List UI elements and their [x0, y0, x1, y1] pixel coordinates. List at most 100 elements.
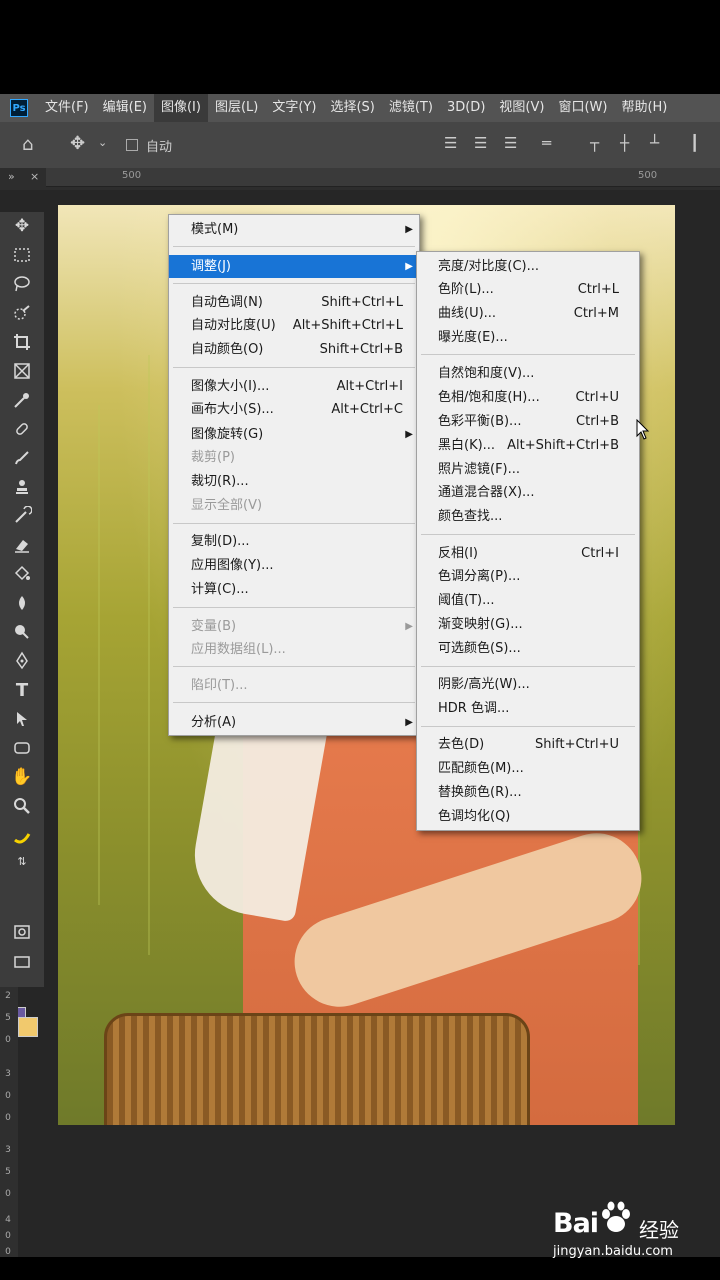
menu-item-vibrance[interactable]: 自然饱和度(V)...	[417, 362, 639, 385]
align-right-icon[interactable]: ☰	[504, 134, 517, 152]
eraser-tool-icon[interactable]	[0, 531, 44, 559]
menu-item-brightness-contrast[interactable]: 亮度/对比度(C)...	[417, 255, 639, 278]
quick-select-tool-icon[interactable]	[0, 299, 44, 327]
menu-view[interactable]: 视图(V)	[492, 94, 551, 122]
menu-item-analysis[interactable]: 分析(A) ▶	[169, 711, 419, 734]
menu-item-channel-mixer[interactable]: 通道混合器(X)...	[417, 481, 639, 504]
chevron-down-icon[interactable]: ⌄	[98, 136, 107, 149]
align-left-icon[interactable]: ☰	[444, 134, 457, 152]
move-tool-icon[interactable]: ✥	[0, 212, 44, 240]
menu-item-invert[interactable]: 反相(I) Ctrl+I	[417, 542, 639, 565]
submenu-arrow-icon: ▶	[405, 717, 413, 728]
menu-item-trap: 陷印(T)...	[191, 678, 248, 693]
menu-item-match-color[interactable]: 匹配颜色(M)...	[417, 757, 639, 780]
menu-type[interactable]: 文字(Y)	[265, 94, 323, 122]
crop-tool-icon[interactable]	[0, 328, 44, 356]
move-tool-icon[interactable]: ✥	[70, 133, 85, 154]
shape-tool-icon[interactable]	[0, 734, 44, 762]
menu-item-levels[interactable]: 色阶(L)... Ctrl+L	[417, 278, 639, 301]
menu-layer[interactable]: 图层(L)	[208, 94, 265, 122]
menu-select[interactable]: 选择(S)	[323, 94, 381, 122]
menu-item-image-rotation[interactable]: 图像旋转(G) ▶	[169, 423, 419, 446]
menu-item-gradient-map[interactable]: 渐变映射(G)...	[417, 613, 639, 636]
menu-3d[interactable]: 3D(D)	[440, 94, 492, 122]
edit-toolbar-icon[interactable]	[0, 824, 44, 852]
menu-item-calculations[interactable]: 计算(C)...	[169, 578, 419, 601]
menu-item-posterize[interactable]: 色调分离(P)...	[417, 565, 639, 588]
dodge-tool-icon[interactable]	[0, 618, 44, 646]
path-selection-tool-icon[interactable]	[0, 705, 44, 733]
menu-item-exposure[interactable]: 曝光度(E)...	[417, 326, 639, 349]
lasso-tool-icon[interactable]	[0, 270, 44, 298]
clone-stamp-tool-icon[interactable]	[0, 473, 44, 501]
menu-item-selective-color[interactable]: 可选颜色(S)...	[417, 637, 639, 660]
eyedropper-tool-icon[interactable]	[0, 386, 44, 414]
menu-item-apply-image[interactable]: 应用图像(Y)...	[169, 554, 419, 577]
ruler-digit: 2	[5, 991, 11, 1001]
type-tool-icon[interactable]: T	[0, 676, 44, 704]
menu-item-trim[interactable]: 裁切(R)...	[169, 470, 419, 493]
menu-help[interactable]: 帮助(H)	[614, 94, 674, 122]
menu-item-mode[interactable]: 模式(M) ▶	[169, 218, 419, 241]
menu-item-color-balance[interactable]: 色彩平衡(B)... Ctrl+B	[417, 410, 639, 433]
options-bar: ⌂ ✥ ⌄ 自动 ☰ ☰ ☰ ═ ┬ ┼ ┴ ┃	[0, 122, 720, 168]
ruler-digit: 3	[5, 1145, 11, 1155]
menu-item-black-white[interactable]: 黑白(K)... Alt+Shift+Ctrl+B	[417, 434, 639, 457]
menu-item-canvas-size[interactable]: 画布大小(S)... Alt+Ctrl+C	[169, 398, 419, 421]
align-top-icon[interactable]: ┬	[590, 134, 599, 152]
menu-item-curves[interactable]: 曲线(U)... Ctrl+M	[417, 302, 639, 325]
pen-tool-icon[interactable]	[0, 647, 44, 675]
healing-brush-tool-icon[interactable]	[0, 415, 44, 443]
swap-colors-icon[interactable]: ⇅	[0, 852, 44, 870]
menu-file[interactable]: 文件(F)	[38, 94, 96, 122]
menu-filter[interactable]: 滤镜(T)	[382, 94, 440, 122]
home-icon[interactable]: ⌂	[22, 134, 33, 155]
menu-image[interactable]: 图像(I)	[153, 94, 208, 122]
menu-item-color-lookup[interactable]: 颜色查找...	[417, 505, 639, 528]
zoom-tool-icon[interactable]	[0, 792, 44, 820]
menu-item-adjustments[interactable]: 调整(J) ▶	[169, 255, 419, 278]
screen-mode-icon[interactable]	[0, 948, 44, 976]
hand-tool-icon[interactable]: ✋	[0, 763, 44, 791]
menu-separator	[173, 666, 415, 667]
menu-item-shadows-highlights[interactable]: 阴影/高光(W)...	[417, 673, 639, 696]
menu-item-desaturate[interactable]: 去色(D) Shift+Ctrl+U	[417, 733, 639, 756]
menu-item-variables: 变量(B) ▶	[169, 615, 419, 638]
menu-window[interactable]: 窗口(W)	[551, 94, 614, 122]
history-brush-tool-icon[interactable]	[0, 502, 44, 530]
photoshop-window: Ps 文件(F) 编辑(E) 图像(I) 图层(L) 文字(Y) 选择(S) 滤…	[0, 94, 720, 1257]
distribute-vertical-icon[interactable]: ┃	[690, 134, 699, 152]
collapse-panel-icon[interactable]: »	[8, 170, 15, 183]
align-center-icon[interactable]: ☰	[474, 134, 487, 152]
distribute-icon[interactable]: ═	[542, 134, 551, 152]
baidu-logo-text: Bai	[553, 1208, 599, 1239]
image-menu: 模式(M) ▶ 调整(J) ▶ 自动色调(N) Shift+Ctrl+L 自动对比度(…	[168, 214, 420, 736]
auto-select-checkbox[interactable]	[126, 139, 138, 151]
menu-item-hdr-toning[interactable]: HDR 色调...	[417, 697, 639, 720]
blur-tool-icon[interactable]	[0, 589, 44, 617]
menu-item-threshold[interactable]: 阈值(T)...	[417, 589, 639, 612]
background-color-swatch[interactable]	[18, 1017, 38, 1037]
menu-item-replace-color[interactable]: 替换颜色(R)...	[417, 781, 639, 804]
menu-item-image-size[interactable]: 图像大小(I)... Alt+Ctrl+I	[169, 375, 419, 398]
menu-item-hue-saturation[interactable]: 色相/饱和度(H)... Ctrl+U	[417, 386, 639, 409]
menu-edit[interactable]: 编辑(E)	[96, 94, 154, 122]
marquee-tool-icon[interactable]	[0, 241, 44, 269]
photoshop-logo-icon: Ps	[10, 99, 28, 117]
menu-item-crop: 裁剪(P)	[191, 450, 235, 465]
menu-item-equalize[interactable]: 色调均化(Q)	[417, 805, 639, 828]
menu-item-photo-filter[interactable]: 照片滤镜(F)...	[417, 458, 639, 481]
align-bottom-icon[interactable]: ┴	[650, 134, 659, 152]
ruler-digit: 5	[5, 1167, 11, 1177]
menu-item-auto-contrast[interactable]: 自动对比度(U) Alt+Shift+Ctrl+L	[169, 314, 419, 337]
brush-tool-icon[interactable]	[0, 444, 44, 472]
quick-mask-icon[interactable]	[0, 918, 44, 946]
frame-tool-icon[interactable]	[0, 357, 44, 385]
paint-bucket-tool-icon[interactable]	[0, 560, 44, 588]
menu-item-auto-tone[interactable]: 自动色调(N) Shift+Ctrl+L	[169, 291, 419, 314]
close-panel-icon[interactable]: ×	[30, 170, 39, 183]
menu-separator	[173, 702, 415, 703]
align-middle-icon[interactable]: ┼	[620, 134, 629, 152]
menu-item-duplicate[interactable]: 复制(D)...	[169, 530, 419, 553]
menu-item-auto-color[interactable]: 自动颜色(O) Shift+Ctrl+B	[169, 338, 419, 361]
